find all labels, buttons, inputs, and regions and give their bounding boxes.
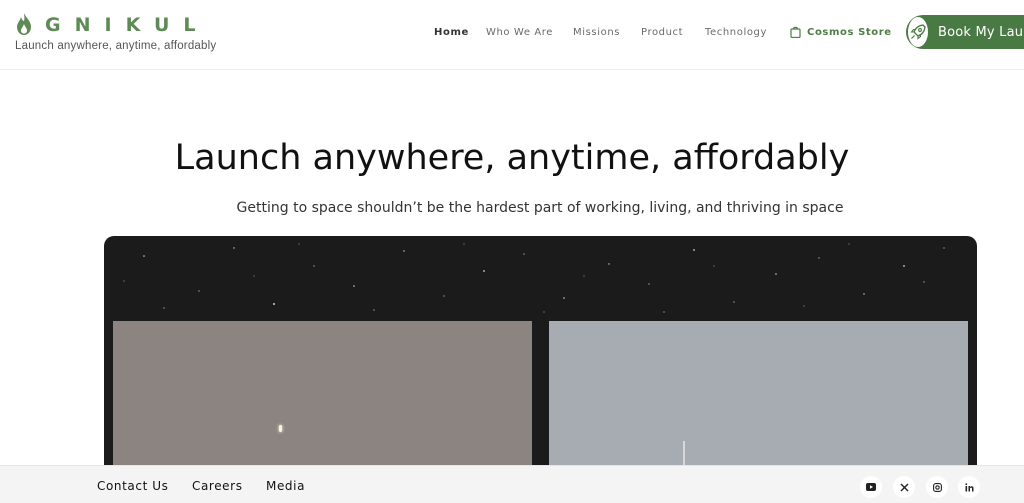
rocket-launch-flame [279,425,282,432]
book-my-launch-button[interactable]: Book My Launch [906,15,1024,49]
nav-who-we-are[interactable]: Who We Are [486,27,553,38]
site-header: GNIKUL Launch anywhere, anytime, afforda… [0,0,1024,70]
linkedin-icon[interactable] [958,476,980,498]
flame-icon [17,13,31,35]
rocket-icon [908,17,928,47]
brand-tagline: Launch anywhere, anytime, affordably [15,40,217,52]
nav-cosmos-store[interactable]: Cosmos Store [790,26,892,38]
footer-bar: Contact Us Careers Media [0,465,1024,503]
hero-title: Launch anywhere, anytime, affordably [174,138,850,178]
footer-careers-link[interactable]: Careers [192,479,243,493]
book-my-launch-label: Book My Launch [938,24,1024,40]
footer-media-link[interactable]: Media [266,479,305,493]
nav-store-label: Cosmos Store [807,26,892,38]
instagram-icon[interactable] [926,476,948,498]
hero-subtitle: Getting to space shouldn’t be the hardes… [236,200,844,216]
youtube-icon[interactable] [860,476,882,498]
footer-contact-us-link[interactable]: Contact Us [97,479,169,493]
shopping-bag-icon [790,26,801,38]
brand-logo[interactable]: GNIKUL Launch anywhere, anytime, afforda… [15,12,216,52]
nav-product[interactable]: Product [641,27,683,38]
nav-technology[interactable]: Technology [705,27,767,38]
nav-home[interactable]: Home [434,27,469,38]
brand-name: GNIKUL [45,14,210,36]
nav-missions[interactable]: Missions [573,27,620,38]
x-icon[interactable] [893,476,915,498]
launch-video-panel [104,236,977,503]
launch-tower [683,441,685,467]
